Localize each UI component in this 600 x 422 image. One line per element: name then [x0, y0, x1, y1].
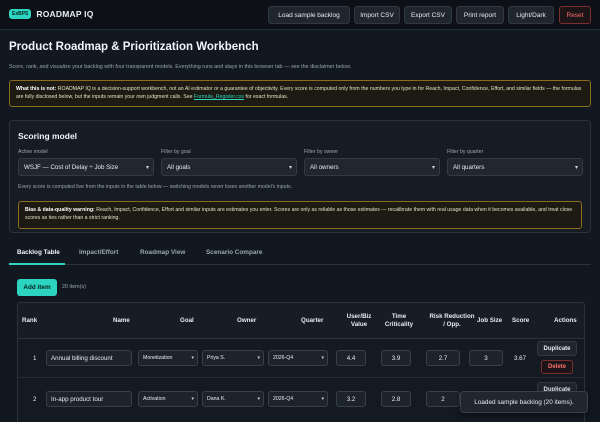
- tab-impact-effort[interactable]: Impact/Effort: [79, 249, 118, 256]
- row2-value-input[interactable]: 3.2: [336, 391, 366, 407]
- row1-quarter-value: 2026-Q4: [273, 355, 294, 361]
- tab-roadmap-view[interactable]: Roadmap View: [140, 249, 185, 256]
- page-subtitle: Score, rank, and visualize your backlog …: [9, 64, 352, 70]
- load-sample-button[interactable]: Load sample backlog: [268, 6, 350, 24]
- tab-backlog-table[interactable]: Backlog Table: [17, 249, 60, 256]
- chevron-down-icon: ▾: [257, 396, 260, 402]
- active-model-value: WSJF — Cost of Delay ÷ Job Size: [24, 163, 119, 171]
- item-count: 20 item(s): [62, 284, 86, 290]
- tab-scenario-compare[interactable]: Scenario Compare: [206, 249, 262, 256]
- row2-risk-input[interactable]: 2: [426, 391, 460, 407]
- add-item-button[interactable]: Add item: [17, 279, 57, 296]
- active-model-label: Active model: [18, 149, 48, 155]
- brand-badge: ExBPS: [9, 9, 32, 19]
- row2-goal-value: Activation: [143, 396, 166, 402]
- quarter-filter-select[interactable]: All quarters ▾: [447, 158, 583, 176]
- chevron-down-icon: ▾: [191, 355, 194, 361]
- toast-notification: Loaded sample backlog (20 items).: [460, 391, 588, 413]
- row2-rank: 2: [33, 395, 37, 403]
- export-csv-button[interactable]: Export CSV: [404, 6, 452, 24]
- row1-owner-select[interactable]: Priya S. ▾: [202, 350, 264, 366]
- row1-name-input[interactable]: Annual billing discount: [46, 350, 132, 366]
- bias-warning: Bias & data-quality warning: Reach, Impa…: [18, 201, 582, 229]
- chevron-down-icon: ▾: [321, 396, 324, 402]
- active-tab-indicator: [9, 263, 65, 265]
- goal-filter-select[interactable]: All goals ▾: [161, 158, 297, 176]
- brand: ExBPS ROADMAP IQ: [9, 9, 94, 19]
- row1-goal-select[interactable]: Monetization ▾: [138, 350, 198, 366]
- notice-tail: for exact formulas.: [244, 94, 289, 100]
- col-value: User/Biz Value: [346, 313, 372, 328]
- quarter-filter-value: All quarters: [453, 163, 485, 171]
- owner-filter-select[interactable]: All owners ▾: [304, 158, 440, 176]
- quarter-filter-label: Filter by quarter: [447, 149, 484, 155]
- row1-value-input[interactable]: 4.4: [336, 350, 366, 366]
- reset-button[interactable]: Reset: [559, 6, 591, 24]
- row1-delete-button[interactable]: Delete: [541, 360, 573, 374]
- chevron-down-icon: ▾: [191, 396, 194, 402]
- owner-filter-value: All owners: [310, 163, 339, 171]
- chevron-down-icon: ▾: [321, 355, 324, 361]
- chevron-down-icon: ▾: [257, 355, 260, 361]
- row-divider: [18, 377, 584, 378]
- page-title: Product Roadmap & Prioritization Workben…: [9, 41, 259, 53]
- row2-owner-value: Dana K.: [207, 396, 226, 402]
- row2-goal-select[interactable]: Activation ▾: [138, 391, 198, 407]
- row2-name-input[interactable]: In-app product tour: [46, 391, 132, 407]
- row1-owner-value: Priya S.: [207, 355, 226, 361]
- col-quarter: Quarter: [301, 317, 324, 324]
- row1-risk-input[interactable]: 2.7: [426, 350, 460, 366]
- theme-toggle-button[interactable]: Light/Dark: [508, 6, 554, 24]
- row1-time-input[interactable]: 3.9: [381, 350, 411, 366]
- row2-quarter-select[interactable]: 2026-Q4 ▾: [268, 391, 328, 407]
- import-csv-button[interactable]: Import CSV: [354, 6, 400, 24]
- row2-time-input[interactable]: 2.8: [381, 391, 411, 407]
- row1-job-input[interactable]: 3: [469, 350, 503, 366]
- scoring-model-card: Scoring model Active model WSJF — Cost o…: [9, 120, 591, 233]
- active-model-select[interactable]: WSJF — Cost of Delay ÷ Job Size ▾: [18, 158, 154, 176]
- row2-quarter-value: 2026-Q4: [273, 396, 294, 402]
- chevron-down-icon: ▾: [431, 165, 435, 171]
- row1-quarter-select[interactable]: 2026-Q4 ▾: [268, 350, 328, 366]
- warning-body: Reach, Impact, Confidence, Effort and si…: [25, 207, 573, 221]
- col-risk-reduction: Risk Reduction / Opp.: [429, 313, 475, 328]
- goal-filter-value: All goals: [167, 163, 191, 171]
- row1-goal-value: Monetization: [143, 355, 173, 361]
- col-actions: Actions: [554, 317, 577, 324]
- disclaimer-notice: What this is not: ROADMAP IQ is a decisi…: [9, 80, 591, 107]
- notice-body: ROADMAP IQ is a decision-support workben…: [16, 86, 582, 100]
- view-tabs: Backlog Table Impact/Effort Roadmap View…: [9, 245, 591, 265]
- goal-filter-label: Filter by goal: [161, 149, 191, 155]
- col-score: Score: [512, 317, 530, 324]
- col-owner: Owner: [237, 317, 257, 324]
- col-job-size: Job Size: [477, 317, 503, 324]
- notice-lead: What this is not:: [16, 86, 57, 92]
- warning-lead: Bias & data-quality warning:: [25, 207, 95, 213]
- col-goal: Goal: [180, 317, 194, 324]
- scoring-title: Scoring model: [18, 131, 78, 141]
- chevron-down-icon: ▾: [288, 165, 292, 171]
- col-name: Name: [113, 317, 130, 324]
- row2-owner-select[interactable]: Dana K. ▾: [202, 391, 264, 407]
- col-rank: Rank: [22, 317, 38, 324]
- top-bar: ExBPS ROADMAP IQ Load sample backlog Imp…: [0, 0, 600, 30]
- app-name: ROADMAP IQ: [36, 9, 94, 19]
- row1-rank: 1: [33, 354, 37, 362]
- row1-duplicate-button[interactable]: Duplicate: [537, 341, 577, 356]
- formula-register-link[interactable]: Formula_Register.csv: [194, 94, 244, 100]
- owner-filter-label: Filter by owner: [304, 149, 339, 155]
- row1-score: 3.67: [514, 354, 527, 362]
- print-report-button[interactable]: Print report: [456, 6, 504, 24]
- chevron-down-icon: ▾: [574, 165, 578, 171]
- scoring-note: Every score is computed live from the in…: [18, 184, 293, 190]
- chevron-down-icon: ▾: [145, 165, 149, 171]
- col-time-criticality: Time Criticality: [384, 313, 414, 328]
